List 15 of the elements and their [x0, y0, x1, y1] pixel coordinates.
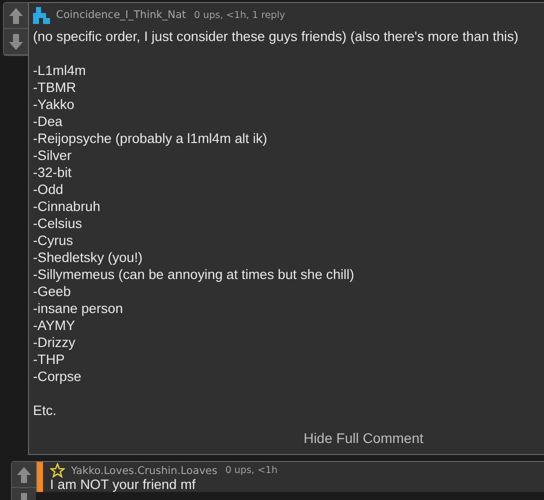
comment-text: Etc. [33, 402, 58, 419]
comment-text: (no specific order, I just consider these guys friends) (also there's more than this) [33, 28, 520, 45]
up-arrow-icon [16, 466, 32, 484]
username-link[interactable]: Yakko.Loves.Crushin.Loaves [71, 464, 218, 476]
up-arrow-icon [8, 6, 24, 24]
downvote-button[interactable] [4, 29, 28, 55]
hide-comment-link[interactable]: Hide Full Comment [304, 430, 424, 454]
comment-text: -L1ml4m -TBMR -Yakko -Dea -Reijopsyche (probably a l1ml4m alt ik) -Silver -32-bit -Odd -Cinnabruh -Celsius -Cyrus -Shedletsky (you!) -Sillymemeus (can be annoying at times but she chill) -Geeb -insane person -AYMY -Drizzy -THP -Corpse [33, 62, 356, 385]
username-link[interactable]: Coincidence_I_Think_Nat [56, 9, 186, 21]
upvote-button[interactable] [12, 462, 36, 488]
upvote-button[interactable] [4, 3, 28, 29]
comment-text: I am NOT your friend mf [50, 478, 197, 492]
comment-meta: 0 ups, <1h [225, 465, 278, 476]
down-arrow-icon [8, 32, 24, 50]
comment-meta: 0 ups, <1h, 1 reply [194, 10, 286, 20]
